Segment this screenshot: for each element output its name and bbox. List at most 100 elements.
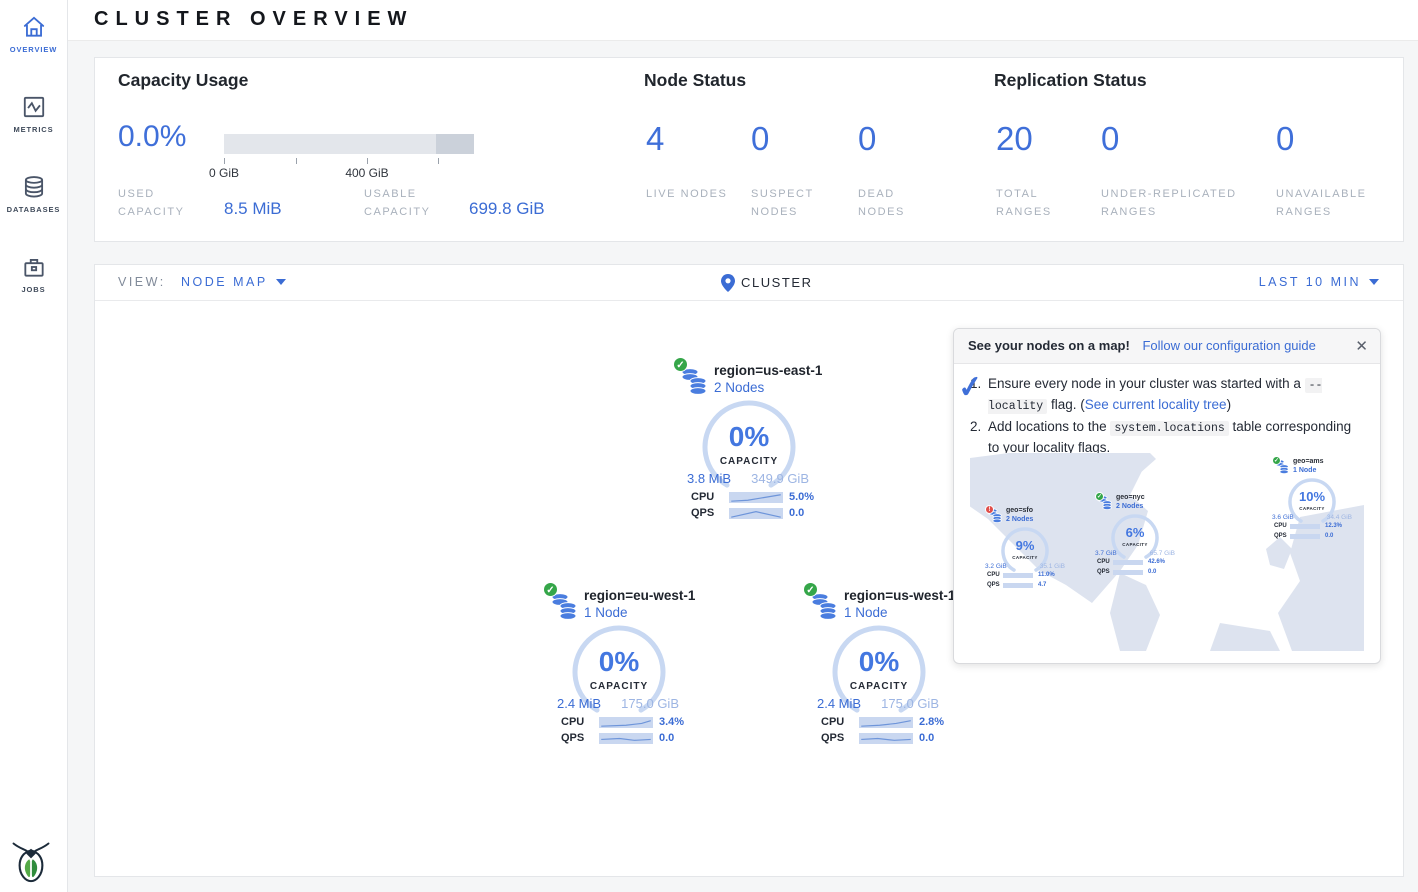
popup-title: See your nodes on a map! — [968, 338, 1130, 353]
region-label: region=eu-west-1 — [584, 588, 695, 603]
capacity-percent: 0.0% — [118, 120, 186, 154]
database-icon — [21, 174, 47, 200]
sidebar-item-overview[interactable]: OVERVIEW — [0, 0, 67, 80]
example-map-thumbnail: ! geo=sfo 2 Nodes 9% CAPACITY 3.2 GiB 35… — [970, 453, 1364, 651]
view-bar: VIEW: NODE MAP CLUSTER LAST 10 MIN — [95, 265, 1403, 301]
titlebar: CLUSTER OVERVIEW — [68, 0, 1418, 41]
cpu-label: CPU — [691, 491, 714, 503]
total-capacity: 349.9 GiB — [751, 471, 809, 486]
qps-value: 0.0 — [789, 507, 804, 519]
qps-label: QPS — [561, 732, 584, 744]
sidebar: OVERVIEW METRICS DATABASES JOBS — [0, 0, 68, 892]
cpu-label: CPU — [821, 716, 844, 728]
node-count: 2 Nodes — [714, 380, 764, 395]
sidebar-item-label: JOBS — [21, 285, 45, 294]
capacity-caption: CAPACITY — [701, 456, 797, 467]
qps-value: 0.0 — [919, 732, 934, 744]
usable-capacity-value: 699.8 GiB — [469, 199, 545, 219]
popup-step-1: 1. Ensure every node in your cluster was… — [970, 374, 1364, 415]
region-label: region=us-east-1 — [714, 363, 822, 378]
qps-label: QPS — [691, 507, 714, 519]
chevron-down-icon — [1369, 279, 1379, 285]
qps-sparkline — [1290, 534, 1320, 539]
qps-sparkline — [729, 508, 783, 519]
capacity-caption: CAPACITY — [831, 681, 927, 692]
region-label: geo=ams — [1293, 458, 1324, 465]
node-map-panel: VIEW: NODE MAP CLUSTER LAST 10 MIN ✓ reg… — [94, 264, 1404, 877]
sidebar-item-label: DATABASES — [7, 205, 61, 214]
dead-nodes-label: DEAD NODES — [858, 186, 943, 221]
under-replicated-value: 0 — [1101, 120, 1119, 158]
total-ranges-value: 20 — [996, 120, 1033, 158]
cluster-summary-panel: Capacity Usage 0.0% 0 GiB 400 GiB USED C… — [94, 57, 1404, 242]
qps-label: QPS — [821, 732, 844, 744]
qps-sparkline — [1003, 583, 1033, 588]
check-icon: ✓ — [956, 365, 986, 411]
total-capacity: 175.0 GiB — [621, 696, 679, 711]
capacity-caption: CAPACITY — [571, 681, 667, 692]
unavailable-value: 0 — [1276, 120, 1294, 158]
node-count: 1 Node — [584, 605, 628, 620]
capacity-percent: 0% — [831, 646, 927, 678]
configuration-guide-link[interactable]: Follow our configuration guide — [1142, 338, 1315, 353]
usable-capacity-label: USABLE CAPACITY — [364, 186, 459, 221]
node-map-config-popup: See your nodes on a map! Follow our conf… — [953, 328, 1381, 664]
qps-sparkline — [599, 733, 653, 744]
chevron-down-icon — [276, 279, 286, 285]
region-label: region=us-west-1 — [844, 588, 955, 603]
cpu-sparkline — [1113, 560, 1143, 565]
qps-sparkline — [1113, 570, 1143, 575]
status-ok-icon: ✓ — [673, 357, 688, 372]
sidebar-item-jobs[interactable]: JOBS — [0, 240, 67, 320]
replication-status-title: Replication Status — [994, 70, 1147, 91]
cpu-value: 2.8% — [919, 716, 944, 728]
suspect-nodes-value: 0 — [751, 120, 769, 158]
qps-sparkline — [859, 733, 913, 744]
sidebar-item-databases[interactable]: DATABASES — [0, 160, 67, 240]
sidebar-item-label: METRICS — [13, 125, 53, 134]
map-pin-icon — [721, 274, 735, 292]
total-capacity: 175.0 GiB — [881, 696, 939, 711]
node-count: 1 Node — [844, 605, 888, 620]
status-ok-icon: ✓ — [1272, 456, 1281, 465]
status-ok-icon: ✓ — [1095, 492, 1104, 501]
time-range-selector[interactable]: LAST 10 MIN — [1259, 275, 1379, 289]
metrics-icon — [21, 94, 47, 120]
cpu-sparkline — [859, 717, 913, 728]
used-capacity: 2.4 MiB — [817, 696, 861, 711]
close-icon[interactable]: ✕ — [1355, 337, 1368, 355]
live-nodes-value: 4 — [646, 120, 664, 158]
used-capacity: 2.4 MiB — [557, 696, 601, 711]
home-icon — [21, 14, 47, 40]
cockroachdb-logo — [10, 838, 52, 884]
view-label: VIEW: — [118, 275, 166, 289]
cpu-value: 5.0% — [789, 491, 814, 503]
capacity-usage-title: Capacity Usage — [118, 70, 248, 91]
capacity-percent: 0% — [701, 421, 797, 453]
node-count: 2 Nodes — [1116, 503, 1143, 510]
used-capacity: 3.8 MiB — [687, 471, 731, 486]
cpu-sparkline — [1290, 524, 1320, 529]
capacity-tick-0: 0 GiB — [189, 166, 259, 180]
node-status-title: Node Status — [644, 70, 746, 91]
briefcase-icon — [21, 254, 47, 280]
breadcrumb[interactable]: CLUSTER — [741, 275, 813, 290]
cpu-sparkline — [729, 492, 783, 503]
unavailable-label: UNAVAILABLE RANGES — [1276, 186, 1396, 221]
status-ok-icon: ✓ — [803, 582, 818, 597]
page-title: CLUSTER OVERVIEW — [94, 8, 413, 31]
capacity-percent: 0% — [571, 646, 667, 678]
view-selector[interactable]: NODE MAP — [181, 275, 286, 289]
locality-tree-link[interactable]: See current locality tree — [1085, 397, 1227, 412]
suspect-nodes-label: SUSPECT NODES — [751, 186, 836, 221]
capacity-bar-reserved — [436, 134, 474, 154]
cpu-sparkline — [599, 717, 653, 728]
system-locations-code: system.locations — [1110, 421, 1228, 436]
cpu-sparkline — [1003, 573, 1033, 578]
total-ranges-label: TOTAL RANGES — [996, 186, 1086, 221]
sidebar-item-label: OVERVIEW — [10, 45, 58, 54]
node-count: 2 Nodes — [1006, 516, 1033, 523]
status-warning-icon: ! — [985, 505, 994, 514]
capacity-tick-400: 400 GiB — [332, 166, 402, 180]
sidebar-item-metrics[interactable]: METRICS — [0, 80, 67, 160]
